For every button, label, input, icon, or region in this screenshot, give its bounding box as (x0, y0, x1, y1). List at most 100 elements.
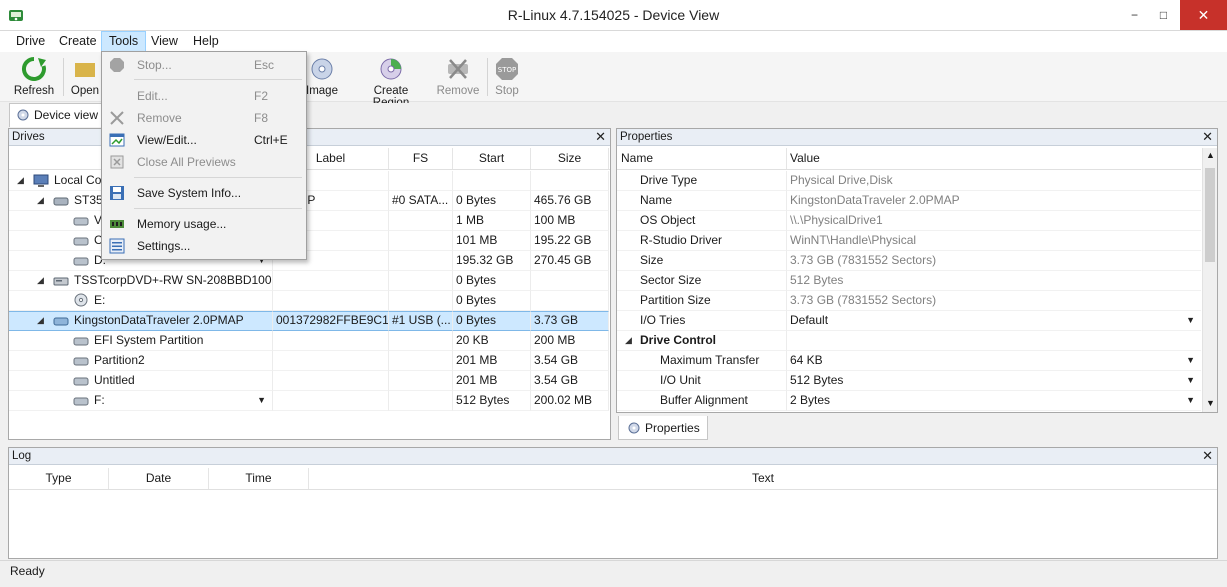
property-name: Partition Size (617, 291, 787, 311)
column-property-value[interactable]: Value (787, 148, 1201, 169)
tab-properties[interactable]: Properties (618, 416, 708, 440)
refresh-icon (21, 56, 46, 81)
dropdown-arrow-icon[interactable]: ▼ (1186, 311, 1195, 330)
scroll-down-icon[interactable]: ▼ (1206, 398, 1215, 408)
maximize-button[interactable]: □ (1149, 0, 1178, 30)
tab-properties-label: Properties (645, 421, 700, 435)
menu-item-stop[interactable]: Stop... Esc (102, 54, 306, 76)
property-row[interactable]: Name KingstonDataTraveler 2.0PMAP (617, 191, 1201, 211)
dropdown-arrow-icon[interactable]: ▼ (1186, 371, 1195, 390)
log-pane-close-button[interactable]: ✕ (1202, 448, 1213, 464)
expand-arrow-icon[interactable]: ◢ (17, 171, 24, 190)
column-fs[interactable]: FS (389, 148, 453, 169)
property-value: KingstonDataTraveler 2.0PMAP (787, 191, 1201, 211)
menu-separator (134, 177, 302, 178)
table-row[interactable]: C 101 MB 195.22 GB (9, 231, 610, 251)
menu-item-remove[interactable]: Remove F8 (102, 107, 306, 129)
menu-item-close-all-previews[interactable]: Close All Previews (102, 151, 306, 173)
scroll-up-icon[interactable]: ▲ (1206, 150, 1215, 160)
property-value-dropdown[interactable]: 2 Bytes ▼ (787, 391, 1201, 411)
menu-item-shortcut: F2 (254, 89, 269, 103)
scrollbar-thumb[interactable] (1205, 168, 1215, 262)
close-window-button[interactable]: ✕ (1180, 0, 1227, 30)
dropdown-arrow-icon[interactable]: ▼ (1186, 391, 1195, 410)
property-row[interactable]: Size 3.73 GB (7831552 Sectors) (617, 251, 1201, 271)
remove-button[interactable]: Remove (436, 56, 480, 97)
properties-pane-close-button[interactable]: ✕ (1202, 129, 1213, 145)
drives-pane-close-button[interactable]: ✕ (595, 129, 606, 145)
column-type[interactable]: Type (9, 468, 109, 489)
menu-create[interactable]: Create (52, 31, 104, 52)
drive-label: 001372982FFBE9C1... (273, 311, 389, 331)
column-start[interactable]: Start (453, 148, 531, 169)
menu-drive[interactable]: Drive (9, 31, 52, 52)
property-row[interactable]: R-Studio Driver WinNT\Handle\Physical (617, 231, 1201, 251)
properties-pane-header: Properties ✕ (617, 129, 1217, 146)
expand-arrow-icon[interactable]: ◢ (37, 191, 44, 210)
drive-start: 20 KB (453, 331, 531, 351)
menu-item-save-system-info[interactable]: Save System Info... (102, 182, 306, 204)
collapse-arrow-icon[interactable]: ◢ (625, 331, 632, 350)
property-row[interactable]: Maximum Transfer 64 KB ▼ (617, 351, 1201, 371)
drive-label (273, 391, 389, 411)
table-row[interactable]: Partition2 201 MB 3.54 GB (9, 351, 610, 371)
properties-scrollbar[interactable]: ▲ ▼ (1202, 148, 1217, 412)
column-text[interactable]: Text (309, 468, 1217, 489)
menu-item-shortcut: F8 (254, 111, 269, 125)
toolbar-separator (487, 58, 488, 96)
table-row[interactable]: ◢ ST350 AS8HP #0 SATA... 0 Bytes 465.76 … (9, 191, 610, 211)
drive-name: Partition2 (94, 353, 145, 367)
property-value-dropdown[interactable]: Default ▼ (787, 311, 1201, 331)
drive-size: 465.76 GB (531, 191, 609, 211)
menu-item-edit[interactable]: Edit... F2 (102, 85, 306, 107)
dropdown-arrow-icon[interactable]: ▼ (257, 391, 266, 410)
create-region-button[interactable]: Create Region (354, 56, 428, 109)
property-value: 512 Bytes (787, 271, 1201, 291)
drive-label (273, 291, 389, 311)
table-row-selected[interactable]: ◢ KingstonDataTraveler 2.0PMAP 001372982… (9, 311, 610, 331)
property-row[interactable]: Drive Type Physical Drive,Disk (617, 171, 1201, 191)
expand-arrow-icon[interactable]: ◢ (37, 312, 44, 329)
property-row[interactable]: OS Object \\.\PhysicalDrive1 (617, 211, 1201, 231)
table-row[interactable]: ◢ Local Co (9, 171, 610, 191)
expand-arrow-icon[interactable]: ◢ (37, 271, 44, 290)
menu-item-settings[interactable]: Settings... (102, 235, 306, 257)
dropdown-arrow-icon[interactable]: ▼ (1186, 351, 1195, 370)
property-row[interactable]: Buffer Alignment 2 Bytes ▼ (617, 391, 1201, 411)
property-row[interactable]: Sector Size 512 Bytes (617, 271, 1201, 291)
create-region-icon (380, 58, 402, 80)
stop-button[interactable]: STOP Stop (493, 56, 521, 97)
table-row[interactable]: Untitled 201 MB 3.54 GB (9, 371, 610, 391)
table-row[interactable]: E: 0 Bytes (9, 291, 610, 311)
property-group-row[interactable]: ◢ Drive Control (617, 331, 1201, 351)
table-row[interactable]: V 1 MB 100 MB (9, 211, 610, 231)
log-column-header: Type Date Time Text (9, 468, 1217, 490)
menu-item-label: View/Edit... (137, 133, 197, 147)
menu-view[interactable]: View (144, 31, 185, 52)
minimize-button[interactable]: − (1120, 0, 1149, 30)
column-size[interactable]: Size (531, 148, 609, 169)
column-time[interactable]: Time (209, 468, 309, 489)
property-value-dropdown[interactable]: 512 Bytes ▼ (787, 371, 1201, 391)
drive-start: 0 Bytes (453, 271, 531, 291)
table-row[interactable]: ◢ TSSTcorpDVD+-RW SN-208BBD100 0 Bytes (9, 271, 610, 291)
property-row[interactable]: Partition Size 3.73 GB (7831552 Sectors) (617, 291, 1201, 311)
table-row[interactable]: EFI System Partition 20 KB 200 MB (9, 331, 610, 351)
column-date[interactable]: Date (109, 468, 209, 489)
property-row[interactable]: I/O Tries Default ▼ (617, 311, 1201, 331)
menu-bar: Drive Create Tools View Help (0, 31, 1227, 52)
property-value: 512 Bytes (790, 373, 844, 387)
refresh-button[interactable]: Refresh (12, 56, 56, 97)
window-title: R-Linux 4.7.154025 - Device View (507, 7, 720, 23)
table-row[interactable]: D: ▼ 195.32 GB 270.45 GB (9, 251, 610, 271)
open-button[interactable]: Open (70, 56, 100, 97)
property-row[interactable]: I/O Unit 512 Bytes ▼ (617, 371, 1201, 391)
table-row[interactable]: F: ▼ 512 Bytes 200.02 MB (9, 391, 610, 411)
property-value-dropdown[interactable]: 64 KB ▼ (787, 351, 1201, 371)
menu-item-memory-usage[interactable]: Memory usage... (102, 213, 306, 235)
menu-item-view-edit[interactable]: View/Edit... Ctrl+E (102, 129, 306, 151)
menu-help[interactable]: Help (186, 31, 226, 52)
column-property-name[interactable]: Name (617, 148, 787, 169)
tab-device-view[interactable]: Device view (9, 103, 106, 127)
menu-tools[interactable]: Tools (101, 31, 147, 52)
